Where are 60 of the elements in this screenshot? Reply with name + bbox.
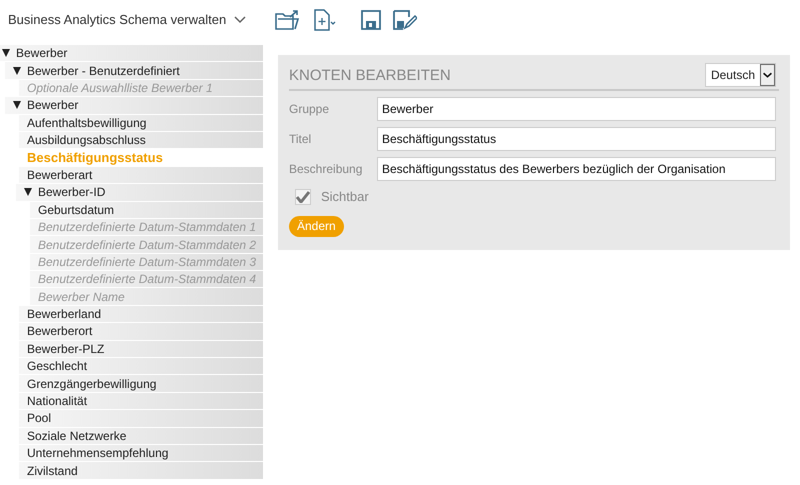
tree-row[interactable]: Grenzgängerbewilligung — [19, 375, 263, 393]
tree-label: Geburtsdatum — [38, 202, 114, 219]
tree-row[interactable]: Nationalität — [19, 392, 263, 410]
tree-row[interactable]: Bewerberort — [19, 323, 263, 341]
tree-row[interactable]: Bewerberland — [19, 306, 263, 324]
tree-label: Grenzgängerbewilligung — [27, 376, 156, 393]
tree-row[interactable]: Aufenthaltsbewilligung — [19, 114, 263, 132]
tree-label: Zivilstand — [27, 462, 78, 480]
tree-label: Aufenthaltsbewilligung — [27, 114, 146, 132]
tree-label: Bewerber-PLZ — [27, 340, 104, 358]
edit-icon[interactable] — [393, 10, 418, 30]
header-title[interactable]: Business Analytics Schema verwalten — [8, 10, 226, 30]
tree-label: Soziale Netzwerke — [27, 428, 126, 445]
checkbox-label: Sichtbar — [321, 188, 369, 206]
triangle-down-icon[interactable] — [13, 66, 21, 75]
tree-label: Bewerber — [27, 97, 78, 114]
tree-row[interactable]: Geschlecht — [19, 358, 263, 376]
triangle-down-icon[interactable] — [24, 188, 32, 196]
tree-label: Bewerberart — [27, 166, 92, 184]
tree-label: Bewerber Name — [38, 288, 125, 306]
language-select[interactable]: Deutsch — [704, 63, 776, 87]
tree-label: Pool — [27, 410, 52, 428]
new-file-icon[interactable] — [314, 9, 336, 31]
checkbox[interactable] — [295, 188, 311, 205]
triangle-down-icon[interactable] — [2, 49, 10, 58]
tree-row[interactable]: Unternehmensempfehlung — [19, 444, 263, 462]
tree-row[interactable]: Geburtsdatum — [30, 202, 263, 219]
tree-label: Optionale Auswahlliste Bewerber 1 — [27, 80, 213, 97]
tree-row[interactable]: Soziale Netzwerke — [19, 428, 263, 445]
tree-label: Unternehmensempfehlung — [27, 445, 168, 462]
chevron-down-icon — [760, 64, 775, 86]
text-field[interactable]: Beschäftigungsstatus des Bewerbers bezüglich der Organisation — [377, 157, 776, 181]
tree-row[interactable]: Bewerber — [0, 45, 263, 62]
text-field[interactable]: Bewerber — [377, 97, 776, 121]
tree-label: Ausbildungsabschluss — [27, 132, 146, 150]
text-field[interactable]: Beschäftigungsstatus — [377, 127, 776, 151]
tree-row[interactable]: Pool — [19, 410, 263, 428]
tree-label: Bewerber - Benutzerdefiniert — [27, 62, 180, 80]
chevron-down-icon[interactable] — [234, 16, 246, 24]
save-icon[interactable] — [361, 10, 382, 30]
tree-row[interactable]: Ausbildungsabschluss — [19, 132, 263, 150]
field-label: Titel — [289, 131, 312, 148]
field-label: Gruppe — [289, 101, 330, 118]
tree-row[interactable]: Bewerber — [5, 97, 263, 115]
tree-label: Geschlecht — [27, 358, 88, 376]
tree-label: Bewerberort — [27, 323, 92, 340]
tree-row[interactable]: Bewerber-PLZ — [19, 340, 263, 358]
triangle-down-icon[interactable] — [13, 101, 21, 110]
field-label: Beschreibung — [289, 161, 364, 178]
folder-icon[interactable] — [275, 9, 300, 31]
panel-heading: KNOTEN BEARBEITEN — [289, 66, 452, 86]
tree-label: Bewerberland — [27, 306, 102, 324]
tree-row[interactable]: Zivilstand — [19, 462, 263, 480]
tree-label: Bewerber — [16, 45, 68, 62]
tree-row[interactable]: Bewerber - Benutzerdefiniert — [5, 62, 263, 80]
tree-label: Beschäftigungsstatus — [27, 148, 163, 167]
tree-row[interactable]: Bewerber-ID — [16, 184, 263, 202]
tree-row[interactable]: Bewerberart — [19, 166, 263, 184]
tree-label: Nationalität — [27, 393, 88, 410]
tree-label: Bewerber-ID — [38, 184, 106, 202]
